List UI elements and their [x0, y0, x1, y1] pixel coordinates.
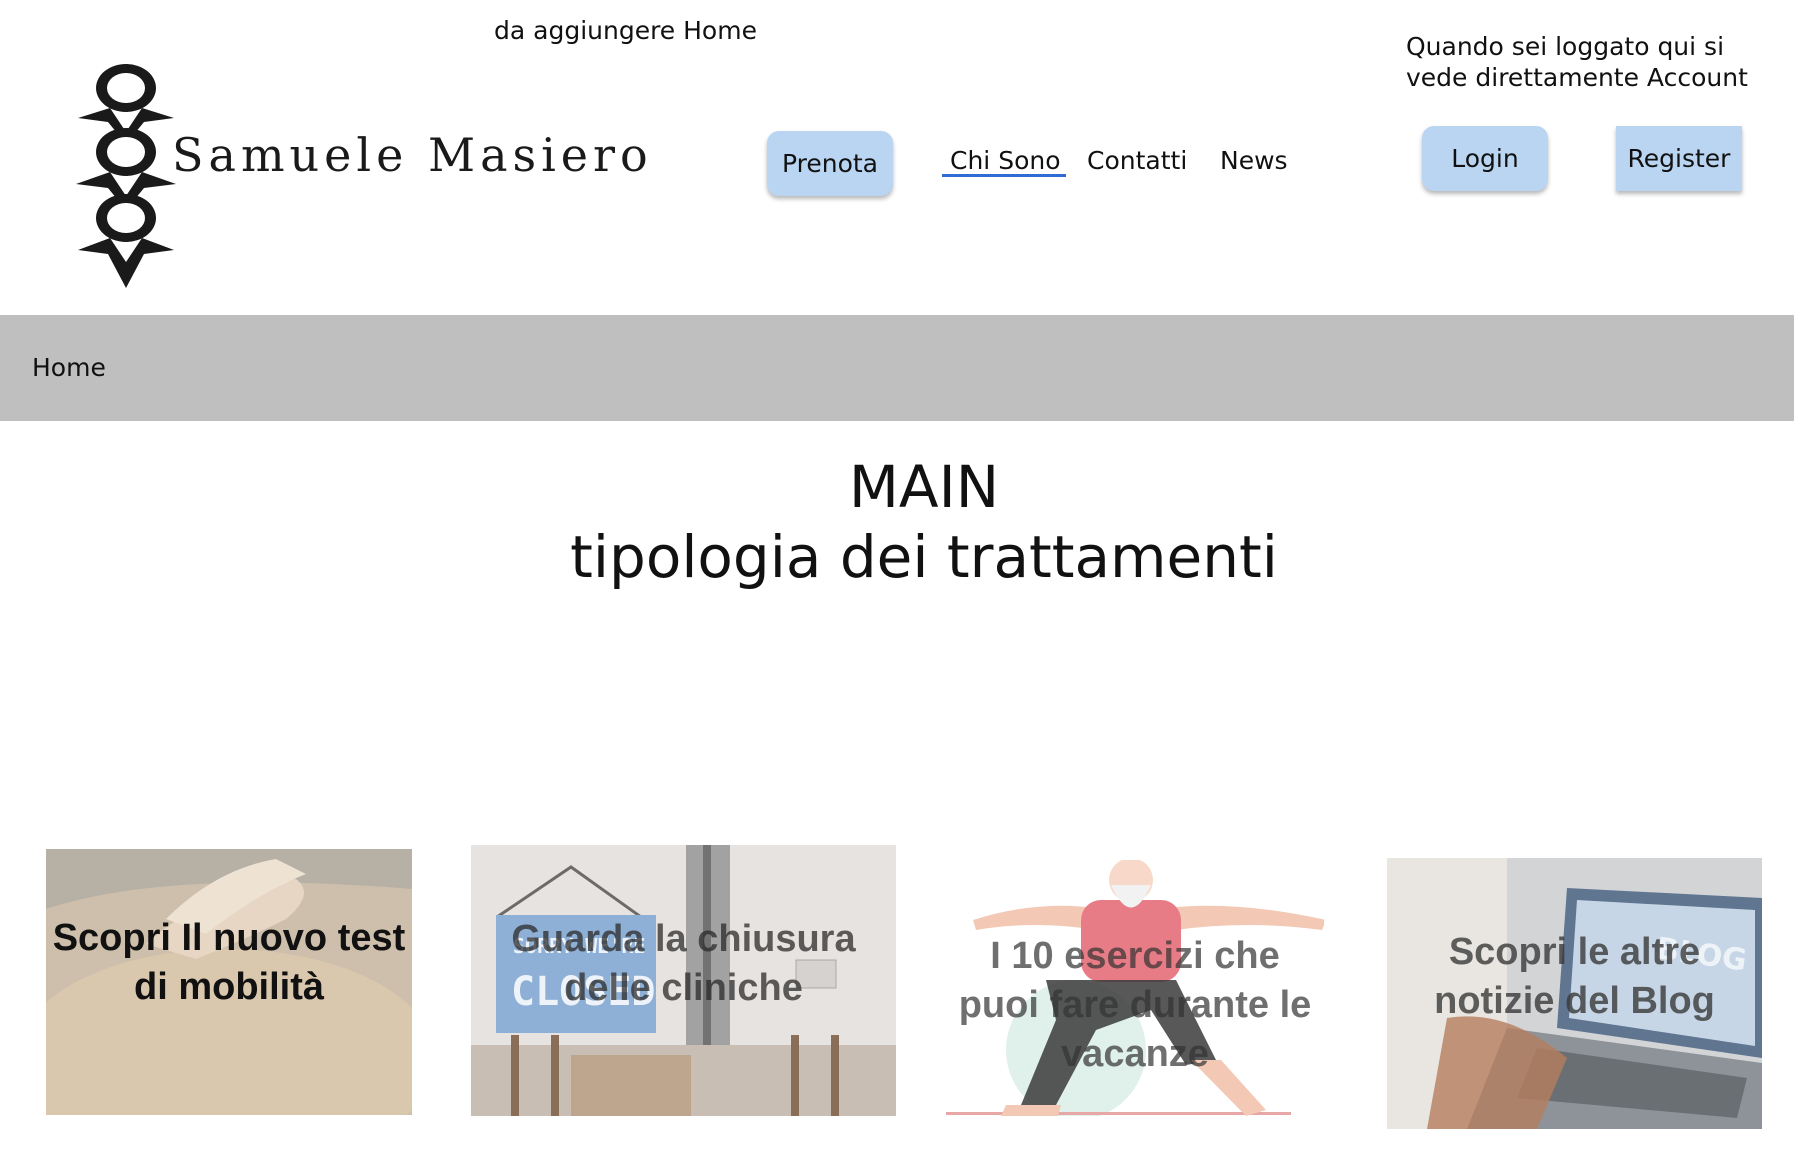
breadcrumb-bar — [0, 315, 1794, 421]
note-add-home: da aggiungere Home — [494, 16, 757, 45]
card-clinic-closure[interactable]: SORRY WE'RE CLOSED Guarda la chiusura de… — [471, 845, 896, 1116]
main-subtitle: tipologia dei trattamenti — [570, 523, 1278, 591]
card-blog-news[interactable]: BLOG Scopri le altre notizie del Blog — [1387, 858, 1762, 1129]
active-nav-underline — [942, 174, 1066, 177]
card-mobility-test[interactable]: Scopri Il nuovo test di mobilità — [46, 849, 412, 1115]
main-title: MAIN — [848, 453, 1000, 521]
register-button[interactable]: Register — [1616, 126, 1742, 191]
brand-name[interactable]: Samuele Masiero — [172, 128, 653, 182]
nav-link-chi-sono[interactable]: Chi Sono — [950, 146, 1061, 175]
card-title: Scopri le altre notizie del Blog — [1434, 931, 1715, 1022]
nav-link-contatti[interactable]: Contatti — [1087, 146, 1187, 175]
prenota-button[interactable]: Prenota — [767, 131, 893, 196]
note-logged-in-account: Quando sei loggato qui si vede direttame… — [1406, 32, 1748, 92]
breadcrumb-home[interactable]: Home — [32, 353, 106, 382]
card-holiday-exercises[interactable]: I 10 esercizi che puoi fare durante le v… — [946, 860, 1324, 1116]
card-title: I 10 esercizi che puoi fare durante le v… — [958, 935, 1312, 1075]
nav-link-news[interactable]: News — [1220, 146, 1288, 175]
login-button[interactable]: Login — [1422, 126, 1548, 191]
spine-logo-icon[interactable] — [70, 60, 182, 290]
card-title: Guarda la chiusura delle cliniche — [511, 918, 856, 1009]
card-title: Scopri Il nuovo test di mobilità — [52, 917, 406, 1008]
